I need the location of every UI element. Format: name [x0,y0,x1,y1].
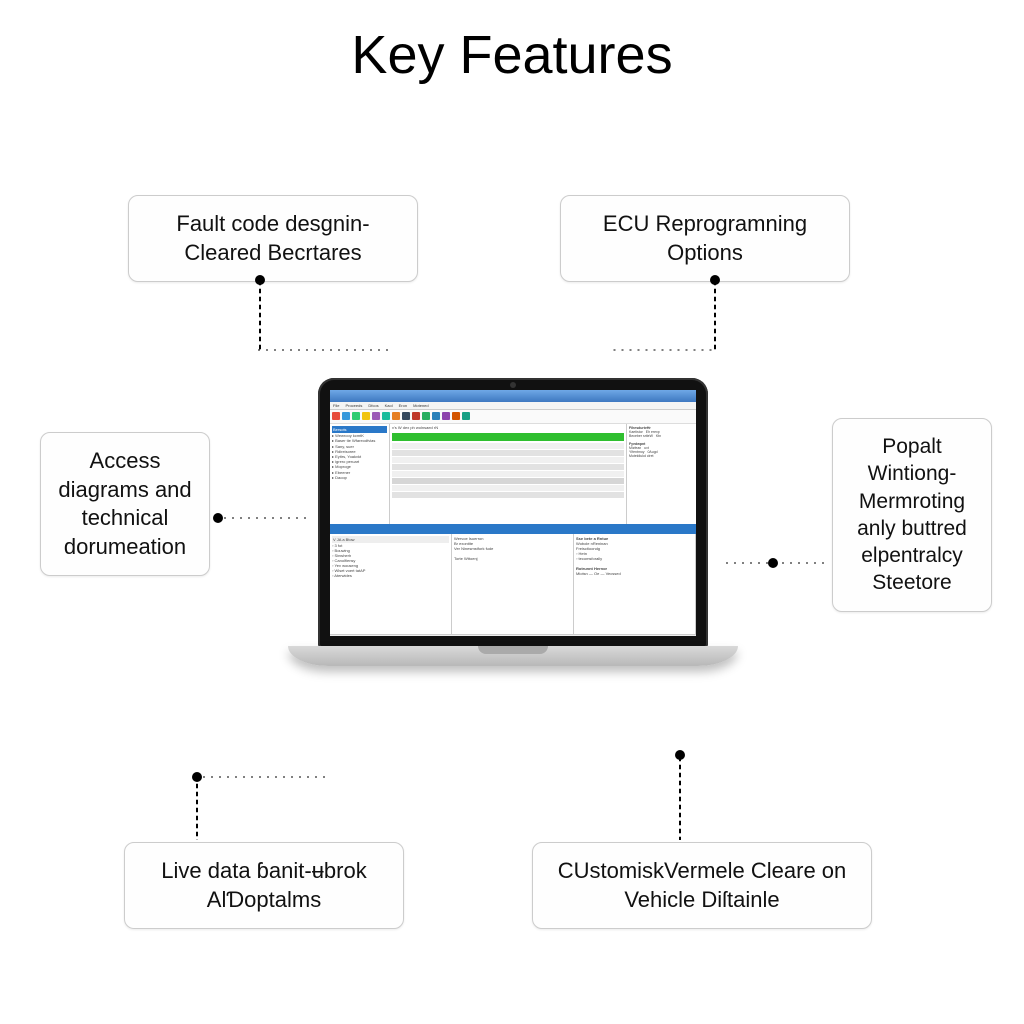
menu-item: Motened [413,403,429,408]
toolbar-icon [452,412,460,420]
window-statusbar [330,634,696,636]
toolbar-icon [442,412,450,420]
feature-popalt: Popalt Wintiong-Mermroting anly buttred … [832,418,992,612]
feature-fault-code: Fault code desgnin-Cleared Becrtares [128,195,418,282]
laptop-illustration: File Proceeds Dfcos Kaol Eron Motened Bersots… [288,378,738,718]
toolbar-icon [332,412,340,420]
toolbar-icon [352,412,360,420]
webcam-icon [510,382,516,388]
toolbar-icon [462,412,470,420]
toolbar-icon [342,412,350,420]
feature-live-data: Live data ɓanit-ʉbrok AlƊoptalms [124,842,404,929]
lower-panel-3: Sse bete a RntueWobole nReninanFreisctio… [574,534,696,634]
tree-header: Bersots [332,426,387,433]
feature-customisk: CUstomiskVermele Cleare on Vehicle Diſta… [532,842,872,929]
section-header-bar [330,524,696,534]
toolbar-icon [372,412,380,420]
feature-ecu-reprogramming: ECU Reprogramning Options [560,195,850,282]
toolbar-icon [432,412,440,420]
data-grid: v's W dex ph wolnsaed rN [390,424,626,524]
window-menubar: File Proceeds Dfcos Kaol Eron Motened [330,402,696,410]
menu-item: Kaol [385,403,393,408]
lower-panel-2: Wervoe IsuerronBr exontiteVer Ninesmstfo… [452,534,574,634]
menu-item: File [333,403,339,408]
page-title: Key Features [0,24,1024,86]
toolbar-icon [422,412,430,420]
feature-access-diagrams: Access diagrams and technical dorumeatio… [40,432,210,576]
laptop-hinge-notch [478,646,548,654]
toolbar-icon [362,412,370,420]
side-panel: FihesdurteHrKaetistor Eh erexpBeceber sr… [626,424,696,524]
window-titlebar [330,390,696,402]
window-toolbar [330,410,696,424]
toolbar-icon [382,412,390,420]
menu-item: Eron [399,403,407,408]
menu-item: Dfcos [368,403,378,408]
menu-item: Proceeds [345,403,362,408]
toolbar-icon [412,412,420,420]
laptop-screen: File Proceeds Dfcos Kaol Eron Motened Bersots… [330,390,696,636]
toolbar-icon [392,412,400,420]
tree-panel: Bersots ▸ Wewrooy kcmtK ▸ Baser tie Wfar… [330,424,390,524]
lower-panel-1: V JA a Btow ▫ 3 fot▫ Bouwing▫ Sinwherh▫ … [330,534,452,634]
toolbar-icon [402,412,410,420]
laptop-frame: File Proceeds Dfcos Kaol Eron Motened Bersots… [318,378,708,648]
